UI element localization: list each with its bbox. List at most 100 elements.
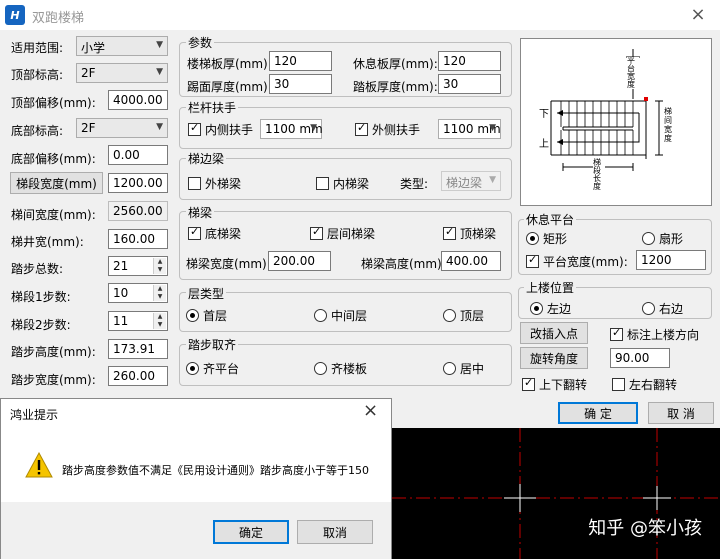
radio-selected-icon[interactable] (530, 302, 543, 315)
flip-updown-checkbox[interactable]: 上下翻转 (522, 376, 587, 393)
flight2-label: 梯段2步数: (11, 318, 71, 332)
gap-width-input: 2560.00 (108, 201, 168, 221)
outer-rail-height-select[interactable]: 1100 mm ▼ (438, 119, 501, 139)
well-width-input[interactable]: 160.00 (108, 229, 168, 249)
flight1-stepper[interactable]: 10 ▲ ▼ (108, 283, 168, 303)
top-beam-checkbox[interactable]: 顶梯梁 (443, 225, 496, 242)
flip-leftright-label: 左右翻转 (629, 378, 678, 392)
spin-arrows-icon[interactable]: ▲ ▼ (153, 313, 166, 329)
landing-thickness-input[interactable]: 120 (438, 51, 501, 71)
mid-beam-checkbox[interactable]: 层间梯梁 (310, 225, 375, 242)
scope-select[interactable]: 小学 ▼ (76, 36, 168, 56)
inner-edge-beam-label: 内梯梁 (333, 177, 370, 191)
flight-width-input[interactable]: 1200.00 (108, 173, 168, 193)
slab-input[interactable]: 120 (269, 51, 332, 71)
flip-leftright-checkbox[interactable]: 左右翻转 (612, 376, 677, 393)
up-left-radio[interactable]: 左边 (530, 300, 571, 317)
total-steps-stepper[interactable]: 21 ▲ ▼ (108, 256, 168, 276)
radio-icon[interactable] (642, 232, 655, 245)
align-slab-radio[interactable]: 齐楼板 (314, 360, 367, 377)
step-width-input[interactable]: 260.00 (108, 366, 168, 386)
landing-width-checkbox[interactable]: 平台宽度(mm): (526, 253, 628, 270)
radio-icon[interactable] (314, 362, 327, 375)
landing-fan-radio[interactable]: 扇形 (642, 230, 683, 247)
bottom-beam-checkbox[interactable]: 底梯梁 (188, 225, 241, 242)
bottom-elev-select[interactable]: 2F ▼ (76, 118, 168, 138)
checkbox-checked-icon[interactable] (188, 121, 201, 136)
top-elev-select[interactable]: 2F ▼ (76, 63, 168, 83)
align-center-label: 居中 (460, 362, 485, 376)
checkbox-checked-icon[interactable] (355, 121, 368, 136)
mark-direction-label: 标注上楼方向 (627, 328, 700, 342)
align-platform-radio[interactable]: 齐平台 (186, 360, 239, 377)
ok-button[interactable]: 确 定 (558, 402, 638, 424)
radio-icon[interactable] (642, 302, 655, 315)
cancel-button[interactable]: 取 消 (648, 402, 714, 424)
checkbox-icon[interactable] (188, 177, 201, 190)
edge-beam-type-select: 梯边梁 ▼ (441, 171, 501, 191)
top-offset-label: 顶部偏移(mm): (11, 96, 96, 110)
radio-icon[interactable] (443, 362, 456, 375)
checkbox-icon[interactable] (612, 378, 625, 391)
up-right-radio[interactable]: 右边 (642, 300, 683, 317)
inner-rail-height-select[interactable]: 1100 mm ▼ (260, 119, 323, 139)
window-title: 双跑楼梯 (32, 11, 85, 26)
radio-selected-icon[interactable] (186, 309, 199, 322)
radio-icon[interactable] (314, 309, 327, 322)
flight-width-button[interactable]: 梯段宽度(mm) (10, 172, 103, 194)
flip-updown-label: 上下翻转 (539, 378, 588, 392)
rotate-angle-input[interactable]: 90.00 (610, 348, 670, 368)
stair-gap-dim-label: 梯间宽度 (664, 107, 672, 143)
spin-arrows-icon[interactable]: ▲ ▼ (153, 258, 166, 274)
floor-top-label: 顶层 (460, 309, 485, 323)
bottom-offset-input[interactable]: 0.00 (108, 145, 168, 165)
checkbox-checked-icon[interactable] (310, 225, 323, 240)
rotate-angle-button[interactable]: 旋转角度 (520, 347, 588, 369)
warning-dialog: 鸿业提示 × 踏步高度参数值不满足《民用设计通则》踏步高度小于等于150 确定 … (0, 398, 392, 559)
bottom-elev-value: 2F (81, 121, 96, 135)
tread-input[interactable]: 30 (438, 74, 501, 94)
floor-first-label: 首层 (203, 309, 228, 323)
up-right-label: 右边 (659, 302, 684, 316)
checkbox-icon[interactable] (316, 177, 329, 190)
edge-beam-type-value: 梯边梁 (446, 176, 483, 190)
dialog-cancel-button[interactable]: 取消 (297, 520, 373, 544)
align-center-radio[interactable]: 居中 (443, 360, 484, 377)
bottom-offset-label: 底部偏移(mm): (11, 152, 96, 166)
inner-edge-beam-checkbox[interactable]: 内梯梁 (316, 175, 369, 192)
radio-selected-icon[interactable] (526, 232, 539, 245)
inner-rail-label: 内侧扶手 (205, 123, 254, 137)
step-height-input[interactable]: 173.91 (108, 339, 168, 359)
checkbox-checked-icon[interactable] (188, 225, 201, 240)
close-icon[interactable]: × (688, 4, 708, 25)
landing-rect-radio[interactable]: 矩形 (526, 230, 567, 247)
dialog-close-icon[interactable]: × (363, 400, 378, 421)
chevron-down-icon: ▼ (156, 40, 163, 50)
flight2-stepper[interactable]: 11 ▲ ▼ (108, 311, 168, 331)
top-offset-input[interactable]: 4000.00 (108, 90, 168, 110)
landing-width-input[interactable]: 1200 (636, 250, 706, 270)
checkbox-checked-icon[interactable] (522, 376, 535, 391)
dialog-ok-button[interactable]: 确定 (213, 520, 289, 544)
floor-top-radio[interactable]: 顶层 (443, 307, 484, 324)
change-insert-point-button[interactable]: 改插入点 (520, 322, 588, 344)
floor-middle-radio[interactable]: 中间层 (314, 307, 367, 324)
checkbox-checked-icon[interactable] (526, 253, 539, 268)
flight2-value: 11 (113, 314, 129, 328)
radio-selected-icon[interactable] (186, 362, 199, 375)
mark-direction-checkbox[interactable]: 标注上楼方向 (610, 326, 699, 343)
inner-rail-checkbox[interactable]: 内侧扶手 (188, 121, 253, 138)
outer-edge-beam-label: 外梯梁 (205, 177, 242, 191)
landing-thickness-label: 休息板厚(mm): (353, 57, 438, 71)
riser-input[interactable]: 30 (269, 74, 332, 94)
radio-icon[interactable] (443, 309, 456, 322)
beam-width-input[interactable]: 200.00 (268, 251, 331, 271)
checkbox-checked-icon[interactable] (443, 225, 456, 240)
beam-height-input[interactable]: 400.00 (441, 251, 501, 271)
floor-first-radio[interactable]: 首层 (186, 307, 227, 324)
total-steps-label: 踏步总数: (11, 262, 64, 276)
outer-edge-beam-checkbox[interactable]: 外梯梁 (188, 175, 241, 192)
checkbox-checked-icon[interactable] (610, 326, 623, 341)
spin-arrows-icon[interactable]: ▲ ▼ (153, 285, 166, 301)
outer-rail-checkbox[interactable]: 外侧扶手 (355, 121, 420, 138)
